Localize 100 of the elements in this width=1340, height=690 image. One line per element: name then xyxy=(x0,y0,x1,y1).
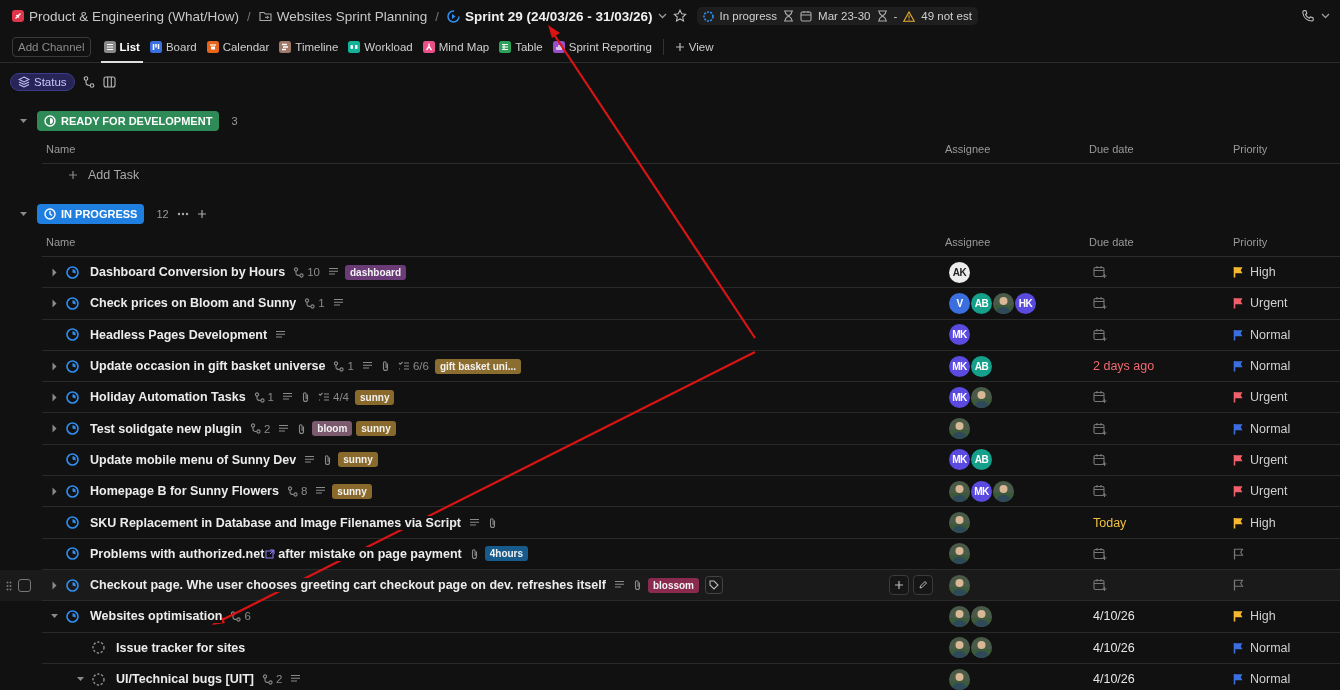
plus-icon[interactable] xyxy=(196,209,207,219)
due-date[interactable]: 4/10/26 xyxy=(1089,672,1135,686)
drag-handle-icon[interactable] xyxy=(6,580,12,591)
calendar-add-icon[interactable] xyxy=(1093,296,1107,311)
folder-icon[interactable] xyxy=(258,10,272,22)
priority-label[interactable]: High xyxy=(1250,265,1276,280)
breadcrumb-link[interactable]: Sprint 29 (24/03/26 - 31/03/26) xyxy=(464,8,653,24)
checklist-icon xyxy=(397,361,410,372)
view-tab[interactable]: Timeline xyxy=(276,33,342,63)
task-name[interactable]: SKU Replacement in Database and Image Filenames via Script xyxy=(90,515,461,530)
space-icon[interactable] xyxy=(12,10,24,22)
task-name[interactable]: Issue tracker for sites xyxy=(116,640,246,655)
view-tab[interactable]: Mind Map xyxy=(419,33,493,63)
calendar-add-icon[interactable] xyxy=(1093,421,1107,436)
calendar-add-icon[interactable] xyxy=(1093,484,1107,499)
due-date[interactable]: Today xyxy=(1089,515,1127,530)
external-link-icon[interactable] xyxy=(265,548,276,559)
phone-icon[interactable] xyxy=(1301,9,1315,23)
task-name[interactable]: Holiday Automation Tasks xyxy=(90,390,246,405)
view-tab[interactable]: Table xyxy=(496,33,546,63)
add-subtask-button[interactable] xyxy=(889,575,909,596)
task-name[interactable]: Homepage B for Sunny Flowers xyxy=(90,484,279,499)
due-date[interactable]: 4/10/26 xyxy=(1089,640,1135,655)
due-date[interactable]: 4/10/26 xyxy=(1089,609,1135,624)
priority-label[interactable]: Normal xyxy=(1250,640,1291,655)
task-name[interactable]: Checkout page. Whe user chooses greeting cart checkout page on dev. refreshes itself xyxy=(90,578,606,593)
task-name[interactable]: UI/Technical bugs [UIT] xyxy=(116,672,254,686)
task-name[interactable]: Dashboard Conversion by Hours xyxy=(90,265,286,280)
priority-label[interactable]: Urgent xyxy=(1250,484,1288,499)
priority-label[interactable]: Normal xyxy=(1250,421,1291,436)
calendar-add-icon[interactable] xyxy=(1093,265,1107,280)
task-name[interactable]: Check prices on Bloom and Sunny xyxy=(90,296,297,311)
more-icon[interactable] xyxy=(176,212,189,216)
tag[interactable]: bloom xyxy=(312,421,353,437)
calendar-add-icon[interactable] xyxy=(1093,452,1107,467)
tag[interactable]: dashboard xyxy=(345,264,407,280)
add-channel-button[interactable]: Add Channel xyxy=(12,37,91,57)
breadcrumb-link[interactable]: Product & Engineering (What/How) xyxy=(29,8,240,24)
tag-icon[interactable] xyxy=(705,576,723,595)
in-progress-status-icon xyxy=(66,422,79,436)
task-name[interactable]: Update mobile menu of Sunny Dev xyxy=(90,452,297,467)
hourglass-icon xyxy=(876,10,888,22)
column-header: Due date xyxy=(1089,228,1233,257)
task-name[interactable]: Headless Pages Development xyxy=(90,327,268,342)
checkbox[interactable] xyxy=(18,579,31,593)
status-pill[interactable]: READY FOR DEVELOPMENT xyxy=(37,111,220,131)
priority-label[interactable]: Urgent xyxy=(1250,452,1288,467)
subtasks-icon xyxy=(230,610,242,622)
priority-label[interactable]: Normal xyxy=(1250,672,1291,686)
add-view-button[interactable]: View xyxy=(671,33,717,63)
view-tab[interactable]: Sprint Reporting xyxy=(549,33,655,63)
tag[interactable]: sunny xyxy=(356,421,396,437)
tag[interactable]: gift basket uni... xyxy=(434,358,521,374)
tag[interactable]: blossom xyxy=(647,577,699,593)
priority-label[interactable]: Normal xyxy=(1250,359,1291,374)
add-task-link[interactable]: Add Task xyxy=(88,168,140,182)
tag[interactable]: sunny xyxy=(338,452,378,468)
calendar-add-icon[interactable] xyxy=(1093,327,1107,342)
group-by-status-chip[interactable]: Status xyxy=(10,73,75,91)
calendar-add-icon[interactable] xyxy=(1093,546,1107,561)
chevron-down-icon[interactable] xyxy=(1321,13,1330,19)
calendar-add-icon[interactable] xyxy=(1093,390,1107,405)
plus-icon[interactable] xyxy=(68,170,78,180)
column-header: Due date xyxy=(1089,135,1233,164)
star-icon[interactable] xyxy=(672,9,687,23)
task-name[interactable]: Websites optimisation xyxy=(90,609,223,624)
view-tab[interactable]: Board xyxy=(146,33,200,63)
priority-label[interactable]: High xyxy=(1250,609,1276,624)
task-name[interactable]: Update occasion in gift basket universe xyxy=(90,359,326,374)
sprint-icon[interactable] xyxy=(446,9,460,23)
priority-label[interactable]: Urgent xyxy=(1250,296,1288,311)
view-tab[interactable]: List xyxy=(100,33,143,63)
avatar: V xyxy=(949,292,970,314)
tag[interactable]: sunny xyxy=(355,389,395,405)
breadcrumb-link[interactable]: Websites Sprint Planning xyxy=(276,8,428,24)
task-name[interactable]: after mistake on page payment xyxy=(278,546,462,561)
in-progress-status-icon xyxy=(66,516,79,529)
view-tab[interactable]: Calendar xyxy=(203,33,273,63)
avatar: AB xyxy=(971,449,992,471)
task-name[interactable]: Test solidgate new plugin xyxy=(90,421,242,436)
tag[interactable]: 4hours xyxy=(484,546,529,562)
task-name[interactable]: Problems with authorized.net xyxy=(90,546,265,561)
due-date[interactable]: 2 days ago xyxy=(1089,359,1155,374)
subtasks-icon[interactable] xyxy=(82,76,95,88)
priority-label[interactable]: Normal xyxy=(1250,327,1291,342)
task-count: 3 xyxy=(231,115,238,127)
column-header: Assignee xyxy=(945,135,1089,164)
in-progress-status-icon xyxy=(66,547,79,561)
status-pill[interactable]: IN PROGRESS xyxy=(37,204,145,224)
tag[interactable]: sunny xyxy=(332,483,372,499)
columns-icon[interactable] xyxy=(102,76,116,88)
calendar-add-icon[interactable] xyxy=(1093,578,1107,593)
view-tab[interactable]: Workload xyxy=(345,33,416,63)
priority-label[interactable]: High xyxy=(1250,515,1276,530)
hourglass-icon xyxy=(783,10,795,22)
priority-label[interactable]: Urgent xyxy=(1250,390,1288,405)
to-do-status-icon xyxy=(92,672,105,686)
edit-button[interactable] xyxy=(913,575,933,596)
chevron-down-icon[interactable] xyxy=(657,13,667,19)
in-progress-status-icon xyxy=(66,265,79,279)
